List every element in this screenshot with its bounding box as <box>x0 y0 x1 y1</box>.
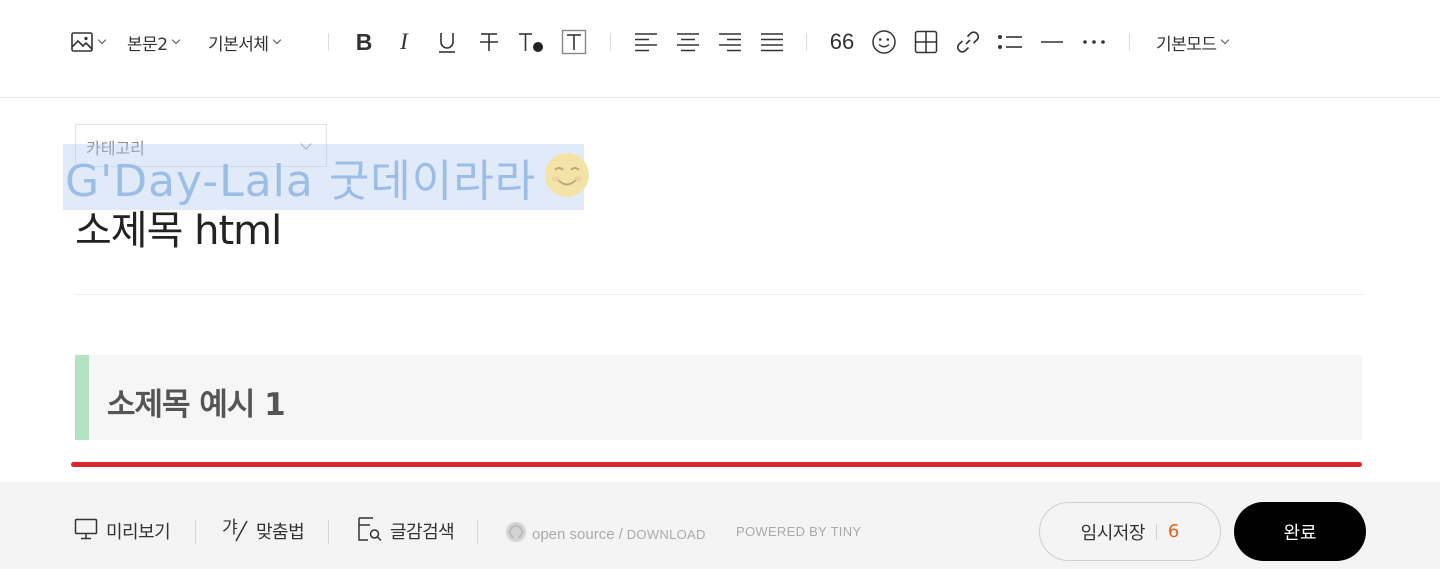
bottom-bar: 미리보기 갸 맞춤법 글감검색 open source / DOWNLOAD P… <box>0 482 1440 569</box>
preview-label: 미리보기 <box>106 522 171 543</box>
svg-text:갸: 갸 <box>222 518 238 538</box>
chevron-down-icon <box>272 35 281 45</box>
text-background-button[interactable] <box>561 26 587 58</box>
bottom-divider <box>477 520 478 544</box>
open-source-icon <box>505 521 527 547</box>
save-draft-divider <box>1155 523 1157 540</box>
editor-toolbar: 본문2 기본서체 B I 66 기본모드 <box>0 0 1440 98</box>
open-source-text: open source <box>532 525 615 543</box>
text-color-icon <box>517 30 545 54</box>
align-right-icon <box>718 31 742 53</box>
more-icon <box>1082 39 1106 45</box>
paragraph-style-dropdown[interactable]: 본문2 <box>127 26 180 58</box>
save-draft-button[interactable]: 임시저장 6 <box>1039 502 1221 561</box>
italic-button[interactable]: I <box>392 26 416 58</box>
editor-mode-label: 기본모드 <box>1156 34 1217 55</box>
align-justify-button[interactable] <box>759 26 785 58</box>
horizontal-rule-icon <box>1040 39 1064 45</box>
text-background-icon <box>561 29 587 55</box>
powered-by-tiny[interactable]: POWERED BY TINY <box>736 524 861 539</box>
toolbar-divider <box>806 33 807 51</box>
subheading-accent-bar <box>75 355 89 440</box>
align-left-icon <box>634 31 658 53</box>
spellcheck-label: 맞춤법 <box>256 522 305 543</box>
editor-mode-dropdown[interactable]: 기본모드 <box>1156 26 1229 58</box>
preview-button[interactable]: 미리보기 <box>74 517 171 545</box>
open-source-link[interactable]: open source / DOWNLOAD <box>505 521 706 547</box>
table-icon <box>914 30 938 54</box>
toolbar-divider <box>1129 33 1130 51</box>
paragraph-style-label: 본문2 <box>127 34 168 55</box>
font-family-dropdown[interactable]: 기본서체 <box>208 26 281 58</box>
quote-icon: 66 <box>829 29 855 54</box>
material-search-label: 글감검색 <box>390 522 455 543</box>
chevron-down-icon <box>97 35 106 45</box>
bottom-divider <box>328 520 329 544</box>
list-button[interactable] <box>996 26 1024 58</box>
image-icon <box>70 30 94 54</box>
align-center-button[interactable] <box>675 26 701 58</box>
list-icon <box>997 32 1023 52</box>
more-button[interactable] <box>1080 26 1108 58</box>
chevron-down-icon <box>1220 35 1229 45</box>
title-divider <box>75 294 1363 295</box>
align-justify-icon <box>760 31 784 53</box>
bold-icon: B <box>355 28 373 55</box>
subheading-block[interactable]: 소제목 예시 1 <box>75 355 1362 440</box>
quote-button[interactable]: 66 <box>828 26 856 58</box>
table-button[interactable] <box>912 26 940 58</box>
download-text: DOWNLOAD <box>626 526 706 542</box>
toolbar-divider <box>328 33 329 51</box>
italic-icon: I <box>400 29 408 54</box>
strikethrough-button[interactable] <box>476 26 502 58</box>
link-separator: / <box>618 525 623 543</box>
link-icon <box>955 29 981 55</box>
emoji-button[interactable] <box>870 26 898 58</box>
insert-image-button[interactable] <box>66 26 108 58</box>
draft-count-badge[interactable]: 6 <box>1168 521 1179 542</box>
bottom-divider <box>195 520 196 544</box>
horizontal-rule-button[interactable] <box>1038 26 1066 58</box>
monitor-icon <box>74 517 98 545</box>
underline-icon <box>436 30 458 54</box>
document-search-icon <box>356 516 382 546</box>
bold-button[interactable]: B <box>351 26 377 58</box>
save-draft-label: 임시저장 <box>1080 522 1146 544</box>
smiling-face-icon <box>544 152 590 202</box>
emoji-icon <box>871 29 897 55</box>
spellcheck-button[interactable]: 갸 맞춤법 <box>222 516 305 546</box>
align-left-button[interactable] <box>633 26 659 58</box>
spellcheck-icon: 갸 <box>222 516 248 546</box>
material-search-button[interactable]: 글감검색 <box>356 516 455 546</box>
chevron-down-icon <box>171 35 180 45</box>
text-color-button[interactable] <box>516 26 546 58</box>
link-button[interactable] <box>954 26 982 58</box>
underline-button[interactable] <box>434 26 460 58</box>
red-divider <box>71 462 1362 467</box>
toolbar-divider <box>610 33 611 51</box>
done-button[interactable]: 완료 <box>1234 502 1366 561</box>
strikethrough-icon <box>478 30 500 54</box>
font-family-label: 기본서체 <box>208 34 269 55</box>
post-title[interactable]: 소제목 html <box>75 198 282 256</box>
align-right-button[interactable] <box>717 26 743 58</box>
subheading-text: 소제목 예시 1 <box>107 387 286 423</box>
align-center-icon <box>676 31 700 53</box>
